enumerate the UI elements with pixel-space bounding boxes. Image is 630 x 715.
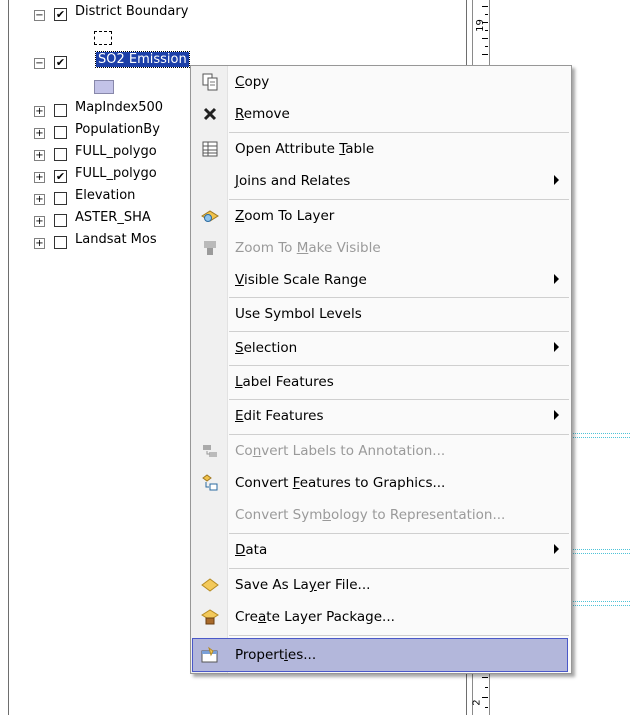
expand-icon[interactable]: + — [34, 216, 45, 227]
menu-item-label: Edit Features — [235, 408, 324, 424]
menu-item-convert-features-to-graphics[interactable]: Convert Features to Graphics... — [191, 467, 571, 499]
menu-item-convert-symbology[interactable]: Convert Symbology to Representation... — [191, 499, 571, 531]
submenu-arrow-icon — [554, 175, 559, 185]
map-guide-line — [570, 549, 630, 550]
menu-item-label: Convert Features to Graphics... — [235, 475, 446, 491]
layer-visibility-checkbox[interactable] — [54, 236, 67, 249]
menu-item-save-as-layer-file[interactable]: Save As Layer File... — [191, 569, 571, 601]
layer-name[interactable]: District Boundary — [75, 4, 188, 19]
layer-name[interactable]: MapIndex500 — [75, 100, 163, 115]
so2-emission-symbol[interactable] — [94, 80, 114, 94]
layer-visibility-checkbox[interactable] — [54, 126, 67, 139]
menu-item-selection[interactable]: Selection — [191, 332, 571, 364]
layer-name[interactable]: FULL_polygo — [75, 166, 157, 181]
submenu-arrow-icon — [554, 274, 559, 284]
map-guide-line — [570, 601, 630, 602]
menu-item-label: Copy — [235, 74, 270, 90]
menu-item-label: Save As Layer File... — [235, 577, 371, 593]
zoom-visible-icon — [204, 241, 216, 255]
menu-item-create-layer-package[interactable]: Create Layer Package... — [191, 601, 571, 633]
layer-name[interactable]: Landsat Mos — [75, 232, 157, 247]
menu-item-joins-and-relates[interactable]: Joins and Relates — [191, 165, 571, 197]
vertical-ruler-bottom: 2 — [472, 671, 490, 715]
remove-icon — [203, 107, 217, 121]
submenu-arrow-icon — [554, 544, 559, 554]
collapse-icon[interactable]: − — [34, 10, 45, 21]
convert-labels-icon — [203, 445, 217, 457]
map-guide-line — [570, 553, 630, 554]
layer-visibility-checkbox[interactable]: ✔ — [54, 56, 67, 69]
layer-file-icon — [201, 578, 219, 592]
menu-item-remove[interactable]: Remove — [191, 98, 571, 130]
menu-item-label: Joins and Relates — [235, 173, 351, 189]
ruler-number: 19 — [474, 19, 486, 32]
menu-item-label: Open Attribute Table — [235, 141, 375, 157]
copy-icon — [202, 73, 218, 91]
menu-item-use-symbol-levels[interactable]: Use Symbol Levels — [191, 298, 571, 330]
menu-item-zoom-to-make-visible[interactable]: Zoom To Make Visible — [191, 232, 571, 264]
layer-name[interactable]: PopulationBy — [75, 122, 160, 137]
menu-item-edit-features[interactable]: Edit Features — [191, 400, 571, 432]
expand-icon[interactable]: + — [34, 128, 45, 139]
zoom-to-layer-icon — [201, 210, 219, 222]
menu-item-convert-labels-to-annotation[interactable]: Convert Labels to Annotation... — [191, 435, 571, 467]
menu-item-label: Visible Scale Range — [235, 272, 367, 288]
map-guide-line — [570, 605, 630, 606]
menu-item-visible-scale-range[interactable]: Visible Scale Range — [191, 264, 571, 296]
layer-name[interactable]: ASTER_SHA — [75, 210, 151, 225]
layer-visibility-checkbox[interactable]: ✔ — [54, 8, 67, 21]
menu-item-label: Properties... — [235, 647, 317, 663]
layer-context-menu: Copy Remove Open Attribute Table Joins a… — [190, 65, 572, 674]
menu-item-label-features[interactable]: Label Features — [191, 366, 571, 398]
expand-icon[interactable]: + — [34, 194, 45, 205]
layer-visibility-checkbox[interactable] — [54, 148, 67, 161]
menu-item-label: Remove — [235, 106, 290, 122]
map-guide-line — [570, 437, 630, 438]
menu-separator — [229, 635, 569, 636]
layer-visibility-checkbox[interactable] — [54, 192, 67, 205]
table-icon — [202, 141, 218, 157]
menu-item-label: Use Symbol Levels — [235, 306, 362, 322]
convert-features-icon — [202, 474, 218, 491]
ruler-number: 2 — [471, 699, 483, 706]
vertical-ruler-top: 19 — [472, 0, 490, 66]
menu-item-copy[interactable]: Copy — [191, 66, 571, 98]
menu-item-label: Convert Labels to Annotation... — [235, 443, 446, 459]
layer-name[interactable]: Elevation — [75, 188, 135, 203]
layer-visibility-checkbox[interactable] — [54, 104, 67, 117]
layer-visibility-checkbox[interactable]: ✔ — [54, 170, 67, 183]
menu-item-label: Convert Symbology to Representation... — [235, 507, 506, 523]
menu-item-label: Label Features — [235, 374, 334, 390]
expand-icon[interactable]: + — [34, 238, 45, 249]
expand-icon[interactable]: + — [34, 106, 45, 117]
layer-name-selected[interactable]: SO2 Emission — [95, 51, 190, 68]
menu-item-label: Data — [235, 542, 268, 558]
layer-package-icon — [201, 609, 219, 625]
properties-icon — [201, 646, 218, 663]
menu-item-properties[interactable]: Properties... — [192, 638, 568, 672]
layer-name[interactable]: FULL_polygo — [75, 144, 157, 159]
expand-icon[interactable]: + — [34, 150, 45, 161]
toc-left-border — [8, 0, 9, 715]
menu-item-label: Selection — [235, 340, 298, 356]
menu-item-zoom-to-layer[interactable]: Zoom To Layer — [191, 200, 571, 232]
menu-item-open-attribute-table[interactable]: Open Attribute Table — [191, 133, 571, 165]
layer-visibility-checkbox[interactable] — [54, 214, 67, 227]
district-boundary-symbol[interactable] — [94, 31, 112, 45]
submenu-arrow-icon — [554, 410, 559, 420]
expand-icon[interactable]: + — [34, 172, 45, 183]
menu-item-label: Create Layer Package... — [235, 609, 395, 625]
collapse-icon[interactable]: − — [34, 58, 45, 69]
map-guide-line — [570, 433, 630, 434]
menu-item-label: Zoom To Layer — [235, 208, 335, 224]
menu-item-label: Zoom To Make Visible — [235, 240, 381, 256]
submenu-arrow-icon — [554, 342, 559, 352]
menu-item-data[interactable]: Data — [191, 534, 571, 566]
